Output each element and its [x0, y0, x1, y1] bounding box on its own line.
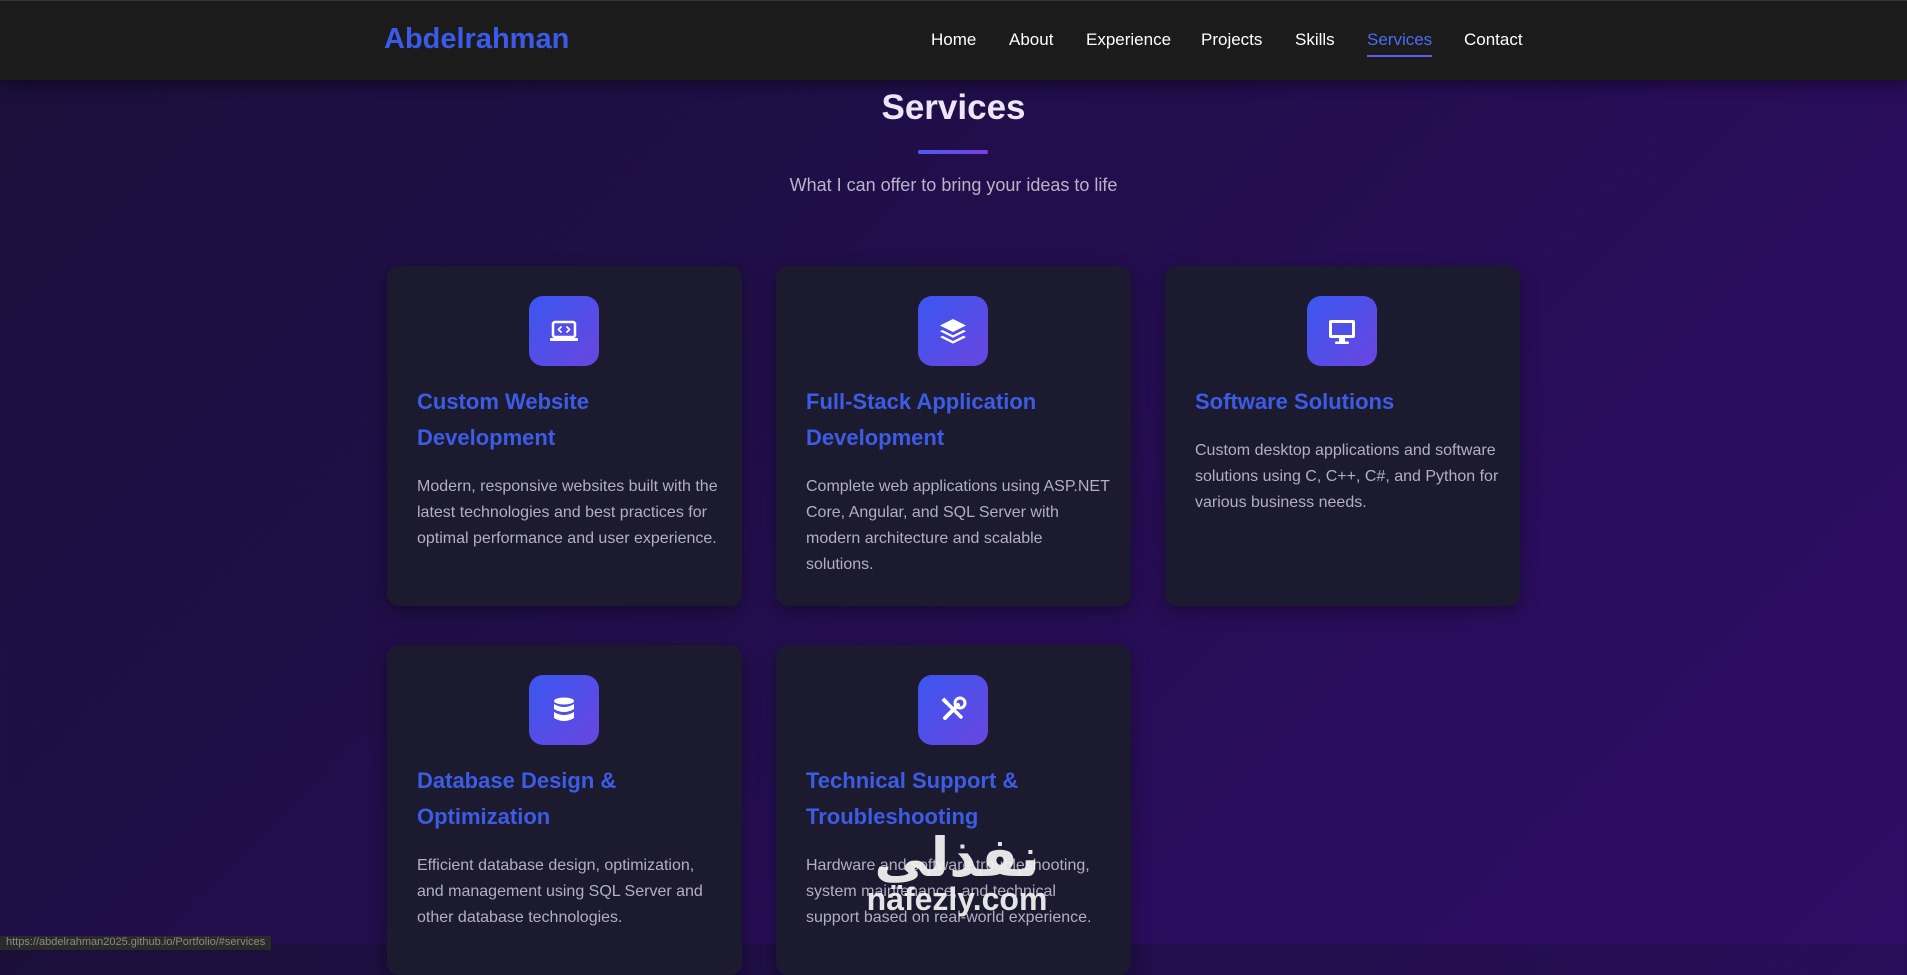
- nav-link-about[interactable]: About: [1009, 30, 1053, 50]
- navbar: Abdelrahman Home About Experience Projec…: [0, 0, 1907, 80]
- card-description: Custom desktop applications and software…: [1195, 442, 1499, 511]
- layers-icon: [918, 296, 988, 366]
- title-underline: [918, 150, 988, 154]
- card-title: Custom Website Development: [417, 389, 589, 450]
- watermark: نفذلي nafezly.com: [852, 826, 1062, 917]
- service-card-database: Database Design & Optimization Efficient…: [387, 645, 742, 975]
- watermark-latin: nafezly.com: [866, 881, 1048, 917]
- nav-link-home[interactable]: Home: [931, 30, 976, 50]
- card-title: Database Design & Optimization: [417, 768, 617, 829]
- nav-link-contact[interactable]: Contact: [1464, 30, 1523, 50]
- section-subtitle: What I can offer to bring your ideas to …: [789, 175, 1118, 195]
- card-description: Complete web applications using ASP.NET …: [806, 478, 1110, 573]
- nav-link-skills[interactable]: Skills: [1295, 30, 1335, 50]
- service-card-support: Technical Support & Troubleshooting Hard…: [776, 645, 1131, 975]
- active-underline: [1367, 55, 1433, 57]
- nav-link-services-label: Services: [1367, 30, 1433, 49]
- status-bar-url: https://abdelrahman2025.github.io/Portfo…: [0, 936, 272, 950]
- nav-link-projects[interactable]: Projects: [1201, 30, 1262, 50]
- desktop-icon: [1307, 296, 1377, 366]
- card-description: Efficient database design, optimization,…: [417, 857, 703, 926]
- nav-link-experience[interactable]: Experience: [1086, 30, 1171, 50]
- database-icon: [529, 675, 599, 745]
- card-description: Modern, responsive websites built with t…: [417, 478, 718, 547]
- service-card-fullstack: Full-Stack Application Development Compl…: [776, 266, 1131, 606]
- card-title: Full-Stack Application Development: [806, 389, 1037, 450]
- nav-link-services[interactable]: Services: [1367, 30, 1433, 57]
- section-title: Services: [881, 88, 1026, 127]
- nav-links: Home About Experience Projects Skills Se…: [0, 30, 1907, 60]
- card-title: Software Solutions: [1195, 389, 1395, 414]
- laptop-code-icon: [529, 296, 599, 366]
- card-title: Technical Support & Troubleshooting: [806, 768, 1019, 829]
- service-card-website: Custom Website Development Modern, respo…: [387, 266, 742, 606]
- watermark-arabic: نفذلي: [874, 826, 1040, 889]
- tools-icon: [918, 675, 988, 745]
- service-card-software: Software Solutions Custom desktop applic…: [1165, 266, 1520, 606]
